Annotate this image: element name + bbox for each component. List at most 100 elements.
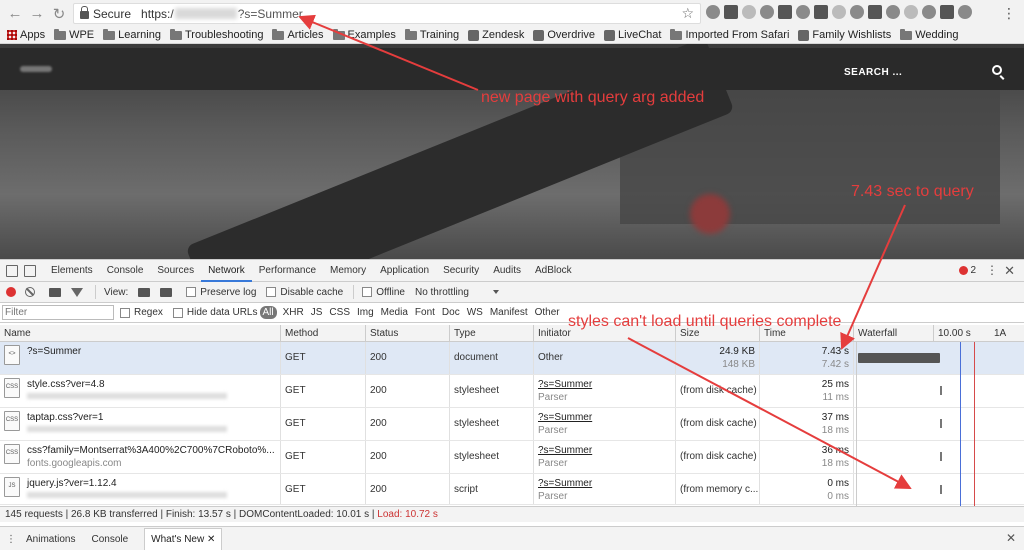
extension-icon[interactable]	[760, 5, 774, 19]
inspect-element-icon[interactable]	[6, 264, 18, 277]
search-icon[interactable]	[992, 65, 1002, 75]
bookmark-folder[interactable]: Examples	[332, 28, 396, 41]
address-bar[interactable]: Secure https:/ ?s=Summer ☆	[73, 3, 701, 24]
request-initiator[interactable]: ?s=Summer	[538, 378, 671, 391]
tab-sources[interactable]: Sources	[150, 260, 201, 282]
filter-type-media[interactable]: Media	[381, 307, 408, 318]
extension-icon[interactable]	[724, 5, 738, 19]
bookmark-folder[interactable]: Troubleshooting	[169, 28, 263, 41]
tab-memory[interactable]: Memory	[323, 260, 373, 282]
extension-icon[interactable]	[922, 5, 936, 19]
close-icon[interactable]: ✕	[207, 534, 215, 545]
filter-type-font[interactable]: Font	[415, 307, 435, 318]
filter-type-ws[interactable]: WS	[467, 307, 483, 318]
bookmark-livechat[interactable]: LiveChat	[604, 29, 661, 41]
site-logo[interactable]	[20, 66, 52, 72]
filter-type-manifest[interactable]: Manifest	[490, 307, 528, 318]
filter-type-js[interactable]: JS	[311, 307, 323, 318]
request-initiator[interactable]: ?s=Summer	[538, 477, 671, 490]
column-header-status[interactable]: Status	[366, 325, 450, 341]
filter-type-other[interactable]: Other	[535, 307, 560, 318]
bookmark-folder[interactable]: Articles	[272, 28, 324, 41]
tab-security[interactable]: Security	[436, 260, 486, 282]
disable-cache-checkbox[interactable]	[266, 287, 277, 297]
table-row[interactable]: <> ?s=Summer GET 200 document Other 24.9 …	[0, 342, 1024, 375]
tab-performance[interactable]: Performance	[252, 260, 323, 282]
clear-icon[interactable]	[25, 287, 35, 297]
filter-type-img[interactable]: Img	[357, 307, 374, 318]
drawer-menu-icon[interactable]: ⋮	[6, 534, 16, 545]
bookmark-star-icon[interactable]: ☆	[681, 5, 694, 22]
bookmark-folder[interactable]: Training	[404, 28, 459, 41]
extension-icon[interactable]	[742, 5, 756, 19]
device-toolbar-icon[interactable]	[24, 264, 36, 277]
table-row[interactable]: CSS css?family=Montserrat%3A400%2C700%7CR…	[0, 441, 1024, 474]
preserve-log-checkbox[interactable]	[186, 287, 197, 297]
bookmark-zendesk[interactable]: Zendesk	[468, 29, 524, 41]
column-header-name[interactable]: Name	[0, 325, 281, 341]
extension-icon[interactable]	[832, 5, 846, 19]
extension-icon[interactable]	[940, 5, 954, 19]
close-icon[interactable]: ✕	[1004, 263, 1015, 279]
url-path: ?s=Summer	[237, 6, 303, 21]
waterfall-bar	[940, 386, 942, 395]
extension-icon[interactable]	[814, 5, 828, 19]
filter-type-xhr[interactable]: XHR	[283, 307, 304, 318]
request-time-sub: 18 ms	[821, 425, 849, 436]
filter-type-all[interactable]: All	[259, 306, 277, 319]
request-initiator[interactable]: ?s=Summer	[538, 444, 671, 457]
bookmark-folder[interactable]: WPE	[54, 28, 94, 41]
column-header-waterfall[interactable]: Waterfall	[854, 325, 934, 341]
forward-arrow-icon[interactable]: →	[26, 3, 48, 25]
folder-icon	[900, 28, 913, 40]
record-icon[interactable]	[6, 287, 16, 297]
drawer-tab-animations[interactable]: Animations	[26, 534, 75, 545]
extension-icon[interactable]	[796, 5, 810, 19]
drawer-tab-console[interactable]: Console	[91, 534, 128, 545]
back-arrow-icon[interactable]: ←	[4, 3, 26, 25]
browser-menu-icon[interactable]: ⋮	[1002, 5, 1016, 22]
offline-checkbox[interactable]	[362, 287, 373, 297]
reload-icon[interactable]: ↻	[48, 3, 70, 25]
extension-icon[interactable]	[850, 5, 864, 19]
table-row[interactable]: CSS style.css?ver=4.8 GET 200 stylesheet …	[0, 375, 1024, 408]
drawer-tab-whats-new[interactable]: What's New ✕	[144, 528, 223, 550]
bookmark-folder[interactable]: Wedding	[900, 28, 958, 41]
close-drawer-icon[interactable]: ✕	[1006, 531, 1016, 545]
table-row[interactable]: JS jquery.js?ver=1.12.4 GET 200 script ?s…	[0, 474, 1024, 505]
tab-application[interactable]: Application	[373, 260, 436, 282]
tab-elements[interactable]: Elements	[44, 260, 100, 282]
tab-network[interactable]: Network	[201, 260, 252, 282]
filter-icon[interactable]	[71, 287, 83, 297]
filter-input[interactable]	[2, 305, 114, 320]
extension-icon[interactable]	[958, 5, 972, 19]
filter-type-doc[interactable]: Doc	[442, 307, 460, 318]
column-header-type[interactable]: Type	[450, 325, 534, 341]
filter-type-css[interactable]: CSS	[329, 307, 350, 318]
error-count-badge[interactable]: 2	[959, 265, 976, 276]
request-initiator[interactable]: ?s=Summer	[538, 411, 671, 424]
bookmark-overdrive[interactable]: Overdrive	[533, 29, 595, 41]
tab-console[interactable]: Console	[100, 260, 151, 282]
more-options-icon[interactable]: ⋮	[986, 263, 998, 277]
regex-checkbox[interactable]	[120, 307, 130, 318]
hide-data-urls-checkbox[interactable]	[172, 307, 183, 318]
tab-audits[interactable]: Audits	[486, 260, 528, 282]
overview-icon[interactable]	[160, 287, 173, 297]
bookmark-wishlists[interactable]: Family Wishlists	[798, 29, 891, 41]
extension-icon[interactable]	[778, 5, 792, 19]
tab-adblock[interactable]: AdBlock	[528, 260, 579, 282]
screenshot-icon[interactable]	[49, 287, 61, 297]
extension-icon[interactable]	[706, 5, 720, 19]
throttling-select[interactable]: No throttling	[415, 287, 499, 298]
bookmark-apps[interactable]: Apps	[7, 29, 45, 41]
site-search-label[interactable]: SEARCH ...	[844, 67, 902, 78]
column-header-method[interactable]: Method	[281, 325, 366, 341]
extension-icon[interactable]	[904, 5, 918, 19]
large-rows-icon[interactable]	[138, 287, 151, 297]
extension-icon[interactable]	[868, 5, 882, 19]
extension-icon[interactable]	[886, 5, 900, 19]
bookmark-folder[interactable]: Learning	[103, 28, 161, 41]
table-row[interactable]: CSS taptap.css?ver=1 GET 200 stylesheet ?…	[0, 408, 1024, 441]
bookmark-folder[interactable]: Imported From Safari	[670, 28, 789, 41]
